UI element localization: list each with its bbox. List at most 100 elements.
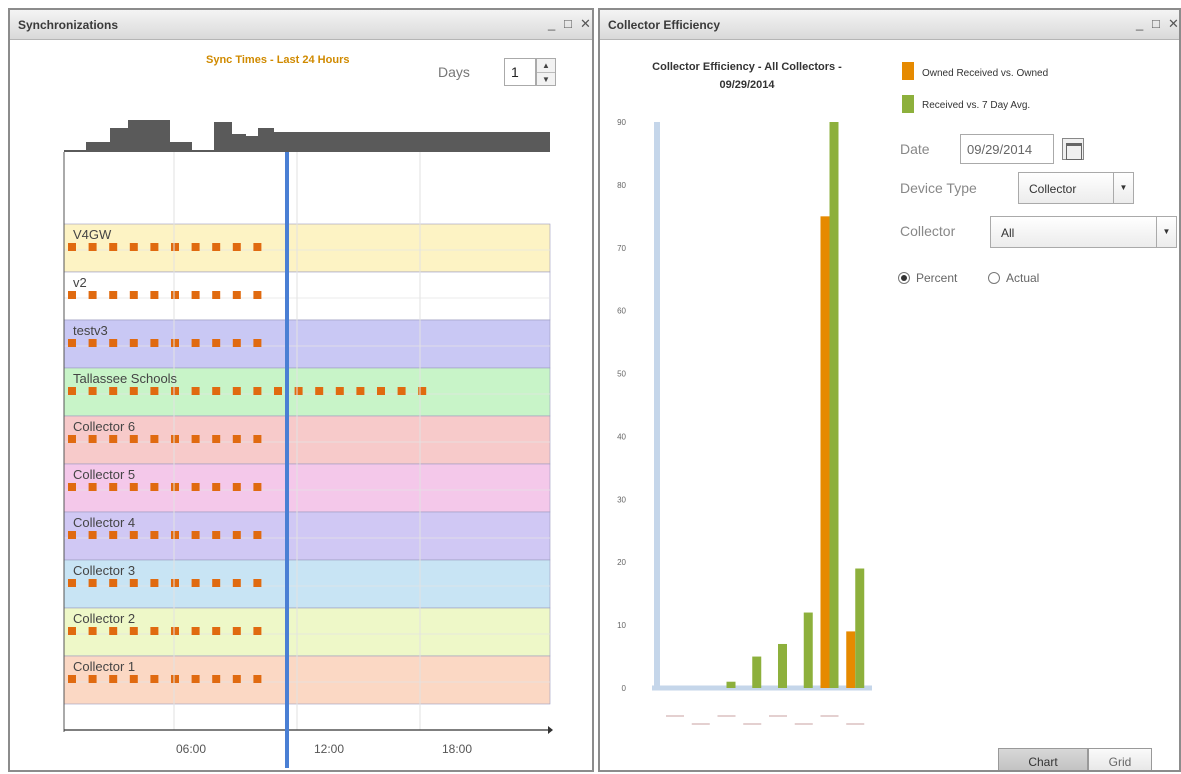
sync-event-marker [191, 627, 200, 635]
y-tick-label: 90 [617, 118, 626, 127]
y-tick-label: 30 [617, 495, 626, 504]
sync-event-marker [253, 387, 262, 395]
sync-event-marker [109, 387, 118, 395]
sync-event-marker [253, 435, 262, 443]
date-field[interactable] [960, 134, 1054, 164]
bar [726, 681, 736, 688]
sync-event-marker [294, 387, 303, 395]
sync-event-marker [109, 483, 118, 491]
sync-event-marker [212, 243, 221, 251]
sync-event-marker [253, 291, 262, 299]
highlight-bar [654, 122, 660, 688]
sync-event-marker [88, 291, 97, 299]
sync-event-marker [232, 291, 241, 299]
sync-event-marker [232, 531, 241, 539]
chart-toggle-button[interactable]: Chart [998, 748, 1088, 770]
sync-event-marker [150, 339, 159, 347]
bar [778, 643, 787, 688]
sync-event-marker [418, 387, 427, 395]
sync-event-marker [150, 435, 159, 443]
y-tick-label: 50 [617, 370, 626, 379]
sync-timeline [63, 120, 553, 768]
minimize-icon[interactable]: _ [1136, 16, 1143, 31]
device-type-select[interactable]: Collector ▼ [1018, 172, 1134, 204]
lane-label: Collector 5 [73, 467, 136, 482]
calendar-icon[interactable] [1062, 138, 1084, 160]
sync-event-marker [171, 675, 179, 683]
sync-event-marker [232, 243, 241, 251]
sync-event-marker [150, 243, 159, 251]
current-time-marker [285, 152, 289, 768]
collector-efficiency-panel: Collector Efficiency _ □ ✕ Collector Eff… [598, 8, 1181, 772]
sync-event-marker [253, 531, 262, 539]
sync-event-marker [191, 387, 200, 395]
sync-event-marker [68, 243, 76, 251]
sync-event-marker [171, 291, 179, 299]
lane-label: V4GW [73, 227, 112, 242]
sync-event-marker [88, 339, 97, 347]
sync-event-marker [212, 291, 221, 299]
sync-histogram [64, 120, 550, 152]
sync-event-marker [171, 579, 179, 587]
sync-event-marker [129, 243, 138, 251]
device-type-value: Collector [1029, 182, 1077, 196]
sync-event-marker [88, 531, 97, 539]
sync-event-marker [129, 579, 138, 587]
bar [846, 631, 856, 688]
sync-event-marker [274, 387, 282, 395]
chevron-down-icon[interactable]: ▼ [1113, 173, 1133, 203]
sync-event-marker [109, 579, 118, 587]
y-tick-label: 60 [617, 307, 626, 316]
sync-event-marker [150, 675, 159, 683]
sync-event-marker [129, 483, 138, 491]
sync-event-marker [68, 339, 76, 347]
lane-label: v2 [73, 275, 87, 290]
sync-event-marker [212, 435, 221, 443]
sync-event-marker [109, 243, 118, 251]
lane-label: Collector 4 [73, 515, 136, 530]
grid-toggle-button[interactable]: Grid [1088, 748, 1152, 770]
maximize-icon[interactable]: □ [1152, 16, 1160, 31]
sync-event-marker [232, 339, 241, 347]
lane-label: testv3 [73, 323, 108, 338]
sync-event-marker [191, 339, 200, 347]
y-tick-label: 10 [617, 621, 626, 630]
sync-event-marker [212, 627, 221, 635]
sync-event-marker [129, 387, 138, 395]
sync-event-marker [68, 675, 76, 683]
sync-event-marker [129, 531, 138, 539]
sync-event-marker [232, 483, 241, 491]
sync-event-marker [171, 339, 179, 347]
collector-select[interactable]: All ▼ [990, 216, 1177, 248]
sync-event-marker [232, 675, 241, 683]
sync-event-marker [88, 387, 97, 395]
x-axis-arrow [548, 726, 553, 734]
date-label: Date [900, 141, 930, 157]
bar [752, 656, 762, 688]
sync-event-marker [150, 531, 159, 539]
actual-radio[interactable] [988, 272, 1000, 284]
sync-event-marker [191, 243, 200, 251]
efficiency-bar-chart: 0 10 20 30 40 50 60 70 80 90 [617, 118, 872, 725]
sync-event-marker [150, 579, 159, 587]
y-tick-label: 20 [617, 558, 626, 567]
sync-event-marker [253, 243, 262, 251]
sync-event-marker [232, 387, 241, 395]
sync-event-marker [171, 627, 179, 635]
sync-event-marker [109, 675, 118, 683]
chevron-down-icon[interactable]: ▼ [1156, 217, 1176, 247]
sync-event-marker [212, 387, 221, 395]
percent-radio[interactable] [898, 272, 910, 284]
lane-label: Tallassee Schools [73, 371, 178, 386]
close-icon[interactable]: ✕ [1168, 16, 1179, 32]
collector-label: Collector [900, 223, 956, 239]
legend-swatch-received [902, 95, 914, 113]
sync-event-marker [68, 483, 76, 491]
sync-event-marker [129, 291, 138, 299]
sync-event-marker [68, 531, 76, 539]
collector-value: All [1001, 226, 1015, 240]
time-tick-label: 18:00 [442, 742, 473, 756]
bar [803, 612, 813, 688]
sync-event-marker [129, 675, 138, 683]
sync-event-marker [150, 627, 159, 635]
